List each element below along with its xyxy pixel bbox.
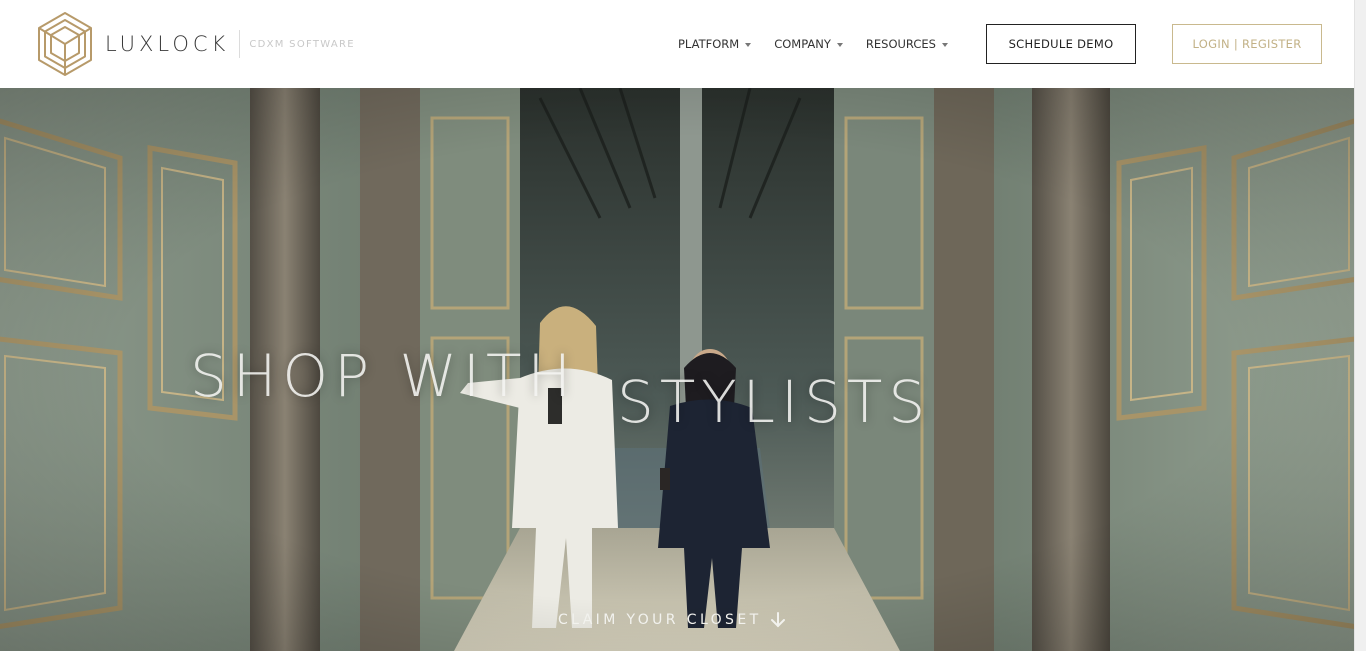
page-scrollbar[interactable] xyxy=(1354,0,1366,651)
cta-label: CLAIM YOUR CLOSET xyxy=(558,612,762,628)
logo-divider xyxy=(239,30,241,58)
nav-item-label: PLATFORM xyxy=(678,37,740,51)
nav-item-label: RESOURCES xyxy=(865,37,936,51)
arrow-down-icon xyxy=(770,612,785,628)
caret-down-icon xyxy=(745,42,752,47)
nav-item-company[interactable]: COMPANY xyxy=(774,35,843,53)
login-register-button[interactable]: LOGIN | REGISTER xyxy=(1172,24,1322,64)
logo-link[interactable]: LUXLOCK CDXM SOFTWARE xyxy=(36,12,355,76)
hero-headline-part2: STYLISTS xyxy=(617,368,932,436)
site-header: LUXLOCK CDXM SOFTWARE PLATFORM COMPANY R… xyxy=(0,0,1354,88)
main-nav: PLATFORM COMPANY RESOURCES xyxy=(678,35,948,53)
claim-closet-link[interactable]: CLAIM YOUR CLOSET xyxy=(558,611,786,629)
logo-wordmark: LUXLOCK xyxy=(105,32,230,56)
cube-logo-icon xyxy=(38,12,92,76)
caret-down-icon xyxy=(836,42,843,47)
logo-tagline: CDXM SOFTWARE xyxy=(249,38,355,50)
hero-section: SHOP WITH STYLISTS xyxy=(0,88,1354,651)
nav-item-platform[interactable]: PLATFORM xyxy=(678,35,752,53)
nav-item-label: COMPANY xyxy=(774,37,831,51)
caret-down-icon xyxy=(941,42,948,47)
nav-item-resources[interactable]: RESOURCES xyxy=(866,35,948,53)
hero-headline-part1: SHOP WITH xyxy=(190,342,577,410)
schedule-demo-button[interactable]: SCHEDULE DEMO xyxy=(986,24,1136,64)
